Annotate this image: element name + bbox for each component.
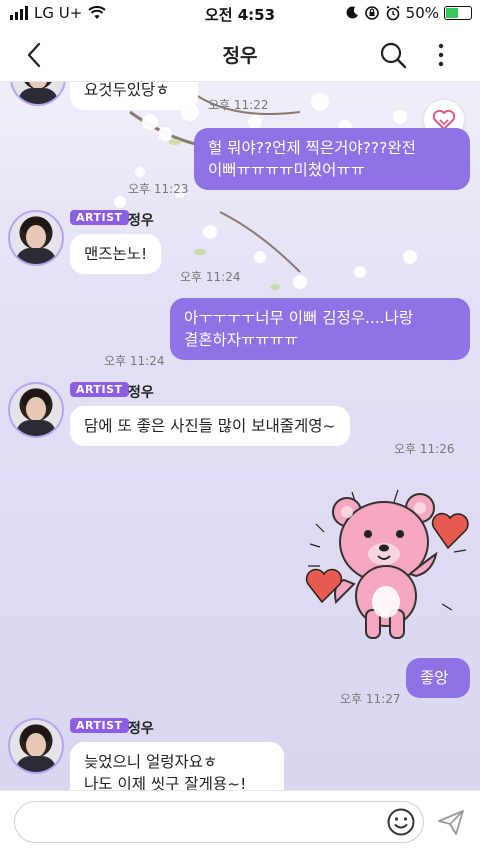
- message-bubble: 헐 뭐야??언제 찍은거야???완전 이뻐ㅠㅠㅠㅠ미쳤어ㅠㅠ: [194, 128, 470, 190]
- artist-badge: ARTIST: [70, 382, 129, 397]
- send-icon[interactable]: [436, 807, 466, 837]
- message-text: 결혼하자ㅠㅠㅠㅠ: [184, 331, 299, 349]
- message-input[interactable]: [14, 801, 424, 843]
- pink-bear-hearts-sticker: [305, 489, 469, 639]
- artist-badge: ARTIST: [70, 210, 129, 225]
- message-bubble: 요것두있당ㅎ: [70, 82, 198, 110]
- message-text: 헐 뭐야??언제 찍은거야???완전: [208, 139, 416, 157]
- message-text: 요것두있당ㅎ: [84, 82, 170, 99]
- message-input-bar: [0, 790, 480, 854]
- message-text: 좋앙: [420, 669, 449, 687]
- message-text: 담에 또 좋은 사진들 많이 보내줄게영~: [84, 417, 336, 435]
- message-time: 오후 11:27: [340, 692, 401, 706]
- message-time: 오후 11:23: [128, 182, 189, 196]
- message-text: 나도 이제 씻구 잘게용~!: [84, 775, 247, 790]
- message-time: 오후 11:24: [180, 270, 241, 284]
- alarm-icon: [386, 5, 400, 21]
- message-text: 맨즈논노!: [84, 245, 148, 263]
- message-time: 오후 11:24: [104, 354, 165, 368]
- battery-percent: 50%: [405, 4, 439, 22]
- artist-avatar[interactable]: [8, 718, 64, 774]
- sender-name: 정우: [128, 213, 154, 229]
- message-time: 오후 11:26: [394, 442, 455, 456]
- artist-avatar[interactable]: [8, 210, 64, 266]
- status-bar: LG U+ 오전 4:53 50%: [0, 0, 480, 28]
- message-bubble: 늦었으니 얼렁자요ㅎ 나도 이제 씻구 잘게용~!: [70, 742, 284, 790]
- message-bubble: 좋앙: [406, 658, 470, 698]
- message-bubble: 맨즈논노!: [70, 234, 162, 274]
- sender-name: 정우: [128, 385, 154, 401]
- sender-name: 정우: [128, 721, 154, 737]
- rotation-lock-icon: [364, 6, 379, 20]
- chat-area[interactable]: 요것두있당ㅎ 오후 11:22 헐 뭐야??언제 찍은거야???완전 이뻐ㅠㅠㅠ…: [0, 82, 480, 790]
- message-text: 이뻐ㅠㅠㅠㅠ미쳤어ㅠㅠ: [208, 161, 365, 179]
- message-time: 오후 11:22: [208, 98, 269, 112]
- artist-avatar[interactable]: [8, 382, 64, 438]
- more-vert-icon[interactable]: [426, 40, 456, 70]
- back-chevron-icon[interactable]: [20, 40, 50, 70]
- moon-icon: [346, 6, 358, 19]
- chat-title: 정우: [222, 45, 258, 67]
- artist-badge: ARTIST: [70, 718, 129, 733]
- avatar[interactable]: [10, 82, 66, 106]
- search-icon[interactable]: [378, 40, 408, 70]
- message-bubble: 아ㅜㅜㅜㅜ너무 이뻐 김정우....나랑 결혼하자ㅠㅠㅠㅠ: [170, 298, 470, 360]
- emoji-icon[interactable]: [386, 807, 416, 837]
- message-text: 아ㅜㅜㅜㅜ너무 이뻐 김정우....나랑: [184, 309, 414, 327]
- chat-header: 정우: [0, 28, 480, 82]
- message-bubble: 담에 또 좋은 사진들 많이 보내줄게영~: [70, 406, 350, 446]
- battery-icon: [444, 6, 472, 20]
- message-text: 늦었으니 얼렁자요ㅎ: [84, 753, 218, 771]
